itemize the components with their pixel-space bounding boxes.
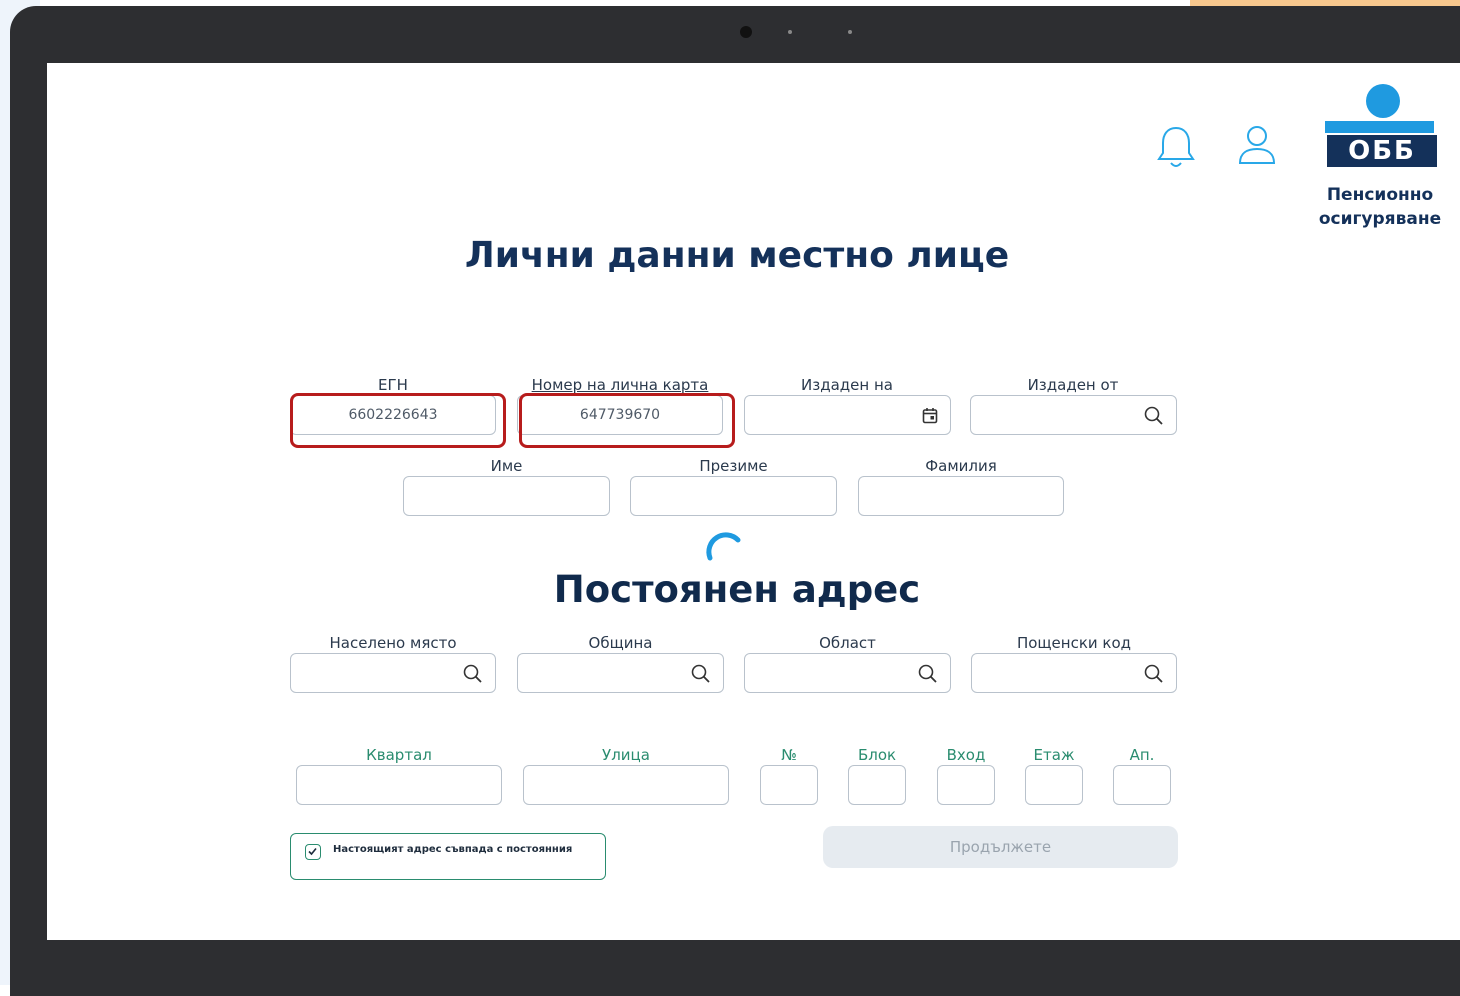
apartment-input[interactable] bbox=[1113, 765, 1171, 805]
apartment-label: Ап. bbox=[1129, 746, 1155, 764]
search-icon[interactable] bbox=[463, 664, 483, 688]
checkbox[interactable] bbox=[305, 844, 321, 860]
street-label: Улица bbox=[602, 746, 650, 764]
settlement-input[interactable] bbox=[290, 653, 496, 693]
number-input[interactable] bbox=[760, 765, 818, 805]
current-address-option[interactable]: Настоящият адрес съвпада с постоянния bbox=[290, 833, 606, 880]
search-icon[interactable] bbox=[918, 664, 938, 688]
sensor-dot bbox=[788, 30, 792, 34]
search-icon[interactable] bbox=[1144, 664, 1164, 688]
settlement-label: Населено място bbox=[329, 634, 457, 652]
entrance-input[interactable] bbox=[937, 765, 995, 805]
region-input[interactable] bbox=[744, 653, 951, 693]
district-input[interactable] bbox=[296, 765, 502, 805]
user-icon[interactable] bbox=[1237, 125, 1277, 171]
issued-by-label: Издаден от bbox=[1027, 376, 1119, 394]
issued-on-label: Издаден на bbox=[801, 376, 893, 394]
postcode-label: Пощенски код bbox=[1016, 634, 1132, 652]
last-name-input[interactable] bbox=[858, 476, 1064, 516]
checkmark-icon bbox=[308, 847, 317, 856]
id-card-highlight bbox=[519, 393, 735, 448]
municipality-input[interactable] bbox=[517, 653, 724, 693]
floor-label: Етаж bbox=[1033, 746, 1075, 764]
app-screen: ОББ Пенсионно осигуряване Лични данни ме… bbox=[47, 63, 1460, 940]
issued-on-input[interactable] bbox=[744, 395, 951, 435]
middle-name-input[interactable] bbox=[630, 476, 837, 516]
current-address-label: Настоящият адрес съвпада с постоянния bbox=[333, 844, 573, 855]
logo-line-1: Пенсионно bbox=[1326, 185, 1434, 205]
entrance-label: Вход bbox=[946, 746, 986, 764]
middle-name-label: Презиме bbox=[699, 457, 768, 475]
first-name-input[interactable] bbox=[403, 476, 610, 516]
issued-by-input[interactable] bbox=[970, 395, 1177, 435]
search-icon[interactable] bbox=[691, 664, 711, 688]
last-name-label: Фамилия bbox=[925, 457, 997, 475]
bell-icon[interactable] bbox=[1157, 125, 1195, 173]
page-title: Лични данни местно лице bbox=[464, 235, 1010, 276]
logo-line-2: осигуряване bbox=[1318, 209, 1442, 229]
logo-caption: Пенсионно осигуряване bbox=[1305, 183, 1455, 231]
logo-mark: ОББ bbox=[1348, 136, 1416, 166]
municipality-label: Община bbox=[588, 634, 653, 652]
number-label: № bbox=[781, 746, 797, 764]
sensor-dot bbox=[848, 30, 852, 34]
camera-icon bbox=[740, 26, 752, 38]
egn-label: ЕГН bbox=[378, 376, 408, 394]
continue-button[interactable]: Продължете bbox=[823, 826, 1178, 868]
laptop-frame: ОББ Пенсионно осигуряване Лични данни ме… bbox=[10, 6, 1460, 996]
street-input[interactable] bbox=[523, 765, 729, 805]
egn-highlight bbox=[290, 393, 506, 448]
district-label: Квартал bbox=[366, 746, 432, 764]
id-card-label: Номер на лична карта bbox=[531, 376, 709, 394]
permanent-address-title: Постоянен адрес bbox=[553, 568, 921, 611]
search-icon[interactable] bbox=[1144, 406, 1164, 430]
block-label: Блок bbox=[857, 746, 897, 764]
block-input[interactable] bbox=[848, 765, 906, 805]
loading-spinner-icon bbox=[704, 530, 742, 568]
first-name-label: Име bbox=[490, 457, 523, 475]
calendar-icon[interactable] bbox=[922, 407, 938, 428]
postcode-input[interactable] bbox=[971, 653, 1177, 693]
floor-input[interactable] bbox=[1025, 765, 1083, 805]
region-label: Област bbox=[819, 634, 876, 652]
